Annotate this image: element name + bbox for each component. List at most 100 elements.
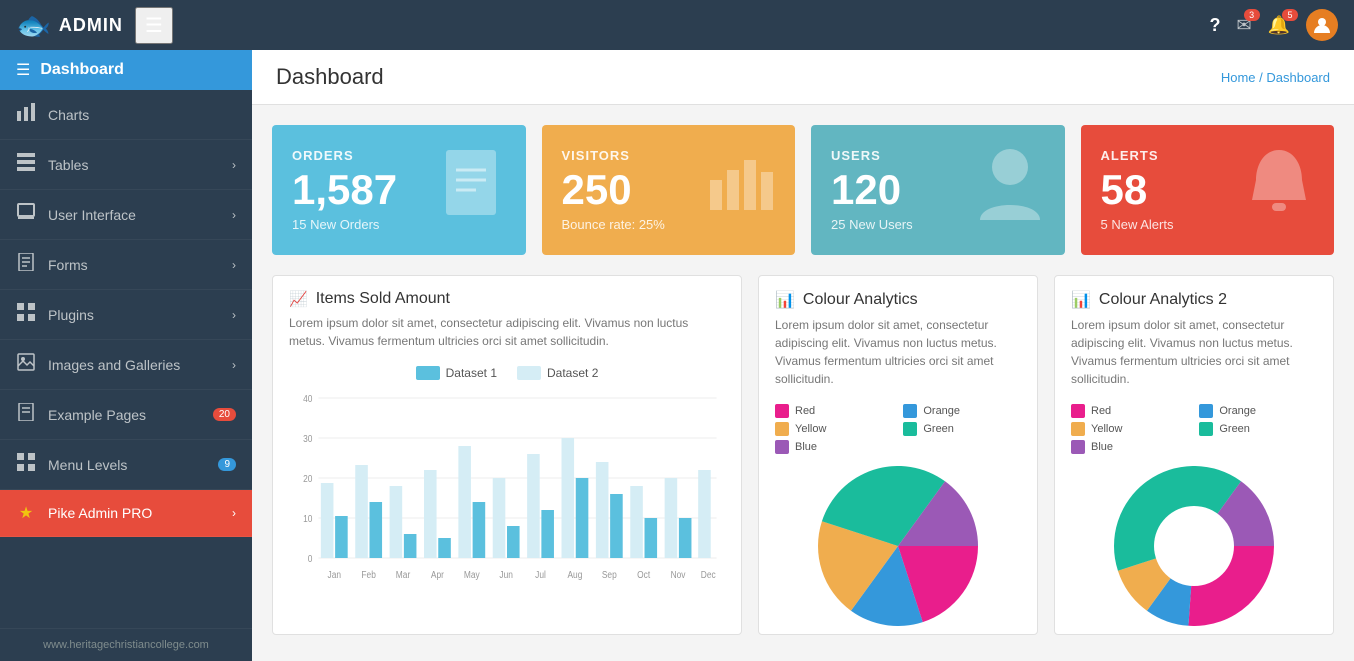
bell-icon[interactable]: 🔔 5 — [1268, 15, 1290, 36]
bar-chart: 40 30 20 10 0 — [289, 388, 725, 588]
dot-blue-2 — [1071, 440, 1085, 454]
legend-red-2: Red — [1071, 404, 1183, 418]
sidebar-item-example[interactable]: Example Pages 20 — [0, 390, 252, 440]
brand-name: ADMIN — [59, 15, 123, 36]
forms-label: Forms — [48, 257, 220, 273]
images-chevron: › — [232, 358, 236, 372]
pro-star-icon: ★ — [16, 503, 36, 523]
plugins-label: Plugins — [48, 307, 220, 323]
visitors-icon — [705, 150, 775, 230]
sidebar-item-charts[interactable]: Charts — [0, 90, 252, 140]
sidebar-item-forms[interactable]: Forms › — [0, 240, 252, 290]
items-sold-header: 📈 Items Sold Amount Lorem ipsum dolor si… — [273, 276, 741, 358]
pro-chevron: › — [232, 506, 236, 520]
bell-badge: 5 — [1282, 9, 1298, 21]
charts-label: Charts — [48, 107, 236, 123]
legend-blue-2: Blue — [1071, 440, 1183, 454]
alerts-icon — [1244, 145, 1314, 235]
sidebar-header: ☰ Dashboard — [0, 50, 252, 90]
colour-analytics2-desc: Lorem ipsum dolor sit amet, consectetur … — [1071, 316, 1317, 388]
dot-red-2 — [1071, 404, 1085, 418]
svg-text:Dec: Dec — [701, 569, 716, 580]
footer-text: www.heritagechristiancollege.com — [43, 639, 209, 651]
dot-blue-1 — [775, 440, 789, 454]
main-container: ☰ Dashboard Charts Tables › Us — [0, 50, 1354, 661]
help-icon[interactable]: ? — [1209, 15, 1220, 36]
colour-analytics-icon: 📊 — [775, 290, 795, 310]
legend-green-2: Green — [1199, 422, 1317, 436]
visitors-sub: Bounce rate: 25% — [562, 217, 665, 232]
sidebar-item-tables[interactable]: Tables › — [0, 140, 252, 190]
sidebar-hamburger[interactable]: ☰ — [16, 60, 30, 80]
visitors-value: 250 — [562, 167, 665, 213]
pie-area-2: Red Orange Yellow Green — [1055, 396, 1333, 634]
mail-icon[interactable]: ✉ 3 — [1236, 15, 1251, 36]
legend-yellow-1: Yellow — [775, 422, 887, 436]
legend-red-1: Red — [775, 404, 887, 418]
sidebar-item-images[interactable]: Images and Galleries › — [0, 340, 252, 390]
legend-color-1 — [416, 366, 440, 380]
content-area: Dashboard Home / Dashboard ORDERS 1,587 … — [252, 50, 1354, 661]
svg-text:Sep: Sep — [602, 569, 617, 580]
colour-analytics-header: 📊 Colour Analytics Lorem ipsum dolor sit… — [759, 276, 1037, 396]
example-badge: 20 — [213, 408, 236, 421]
alerts-label: ALERTS — [1101, 148, 1174, 163]
stat-card-orders: ORDERS 1,587 15 New Orders — [272, 125, 526, 255]
stats-row: ORDERS 1,587 15 New Orders VISITORS — [252, 105, 1354, 265]
colour-analytics2-title: 📊 Colour Analytics 2 — [1071, 290, 1317, 310]
sidebar: ☰ Dashboard Charts Tables › Us — [0, 50, 252, 661]
items-sold-title: 📈 Items Sold Amount — [289, 290, 725, 308]
alerts-value: 58 — [1101, 167, 1174, 213]
stat-left-alerts: ALERTS 58 5 New Alerts — [1101, 148, 1174, 232]
colour-analytics-widget: 📊 Colour Analytics Lorem ipsum dolor sit… — [758, 275, 1038, 635]
charts-icon — [16, 103, 36, 126]
menu-label: Menu Levels — [48, 457, 206, 473]
page-title: Dashboard — [276, 64, 384, 90]
legend-orange-1: Orange — [903, 404, 1021, 418]
colour-analytics-desc: Lorem ipsum dolor sit amet, consectetur … — [775, 316, 1021, 388]
plugins-icon — [16, 303, 36, 326]
plugins-chevron: › — [232, 308, 236, 322]
sidebar-item-pro[interactable]: ★ Pike Admin PRO › — [0, 490, 252, 537]
ui-icon — [16, 203, 36, 226]
svg-text:May: May — [464, 569, 480, 580]
dot-orange-1 — [903, 404, 917, 418]
alerts-sub: 5 New Alerts — [1101, 217, 1174, 232]
user-avatar[interactable] — [1306, 9, 1338, 41]
svg-text:Jun: Jun — [499, 569, 513, 580]
svg-text:Mar: Mar — [396, 569, 410, 580]
sidebar-title: Dashboard — [40, 61, 124, 79]
breadcrumb: Home / Dashboard — [1221, 70, 1330, 85]
pie-area-1: Red Orange Yellow Green — [759, 396, 1037, 634]
chart-legend: Dataset 1 Dataset 2 — [289, 366, 725, 380]
legend-orange-2: Orange — [1199, 404, 1317, 418]
colour-analytics2-icon: 📊 — [1071, 290, 1091, 310]
navbar-right: ? ✉ 3 🔔 5 — [1209, 9, 1338, 41]
dot-yellow-2 — [1071, 422, 1085, 436]
sidebar-nav: Charts Tables › User Interface › — [0, 90, 252, 628]
mail-badge: 3 — [1244, 9, 1260, 21]
items-sold-icon: 📈 — [289, 290, 308, 308]
legend-yellow-2: Yellow — [1071, 422, 1183, 436]
hamburger-button[interactable]: ☰ — [135, 7, 173, 44]
example-icon — [16, 403, 36, 426]
navbar-left: 🐟 ADMIN ☰ — [16, 7, 173, 44]
example-label: Example Pages — [48, 407, 201, 423]
tables-chevron: › — [232, 158, 236, 172]
breadcrumb-home[interactable]: Home — [1221, 70, 1256, 85]
sidebar-item-plugins[interactable]: Plugins › — [0, 290, 252, 340]
users-label: USERS — [831, 148, 913, 163]
svg-text:30: 30 — [303, 433, 312, 444]
stat-card-users: USERS 120 25 New Users — [811, 125, 1065, 255]
forms-icon — [16, 253, 36, 276]
dot-yellow-1 — [775, 422, 789, 436]
stat-left-visitors: VISITORS 250 Bounce rate: 25% — [562, 148, 665, 232]
sidebar-item-menu[interactable]: Menu Levels 9 — [0, 440, 252, 490]
forms-chevron: › — [232, 258, 236, 272]
items-sold-widget: 📈 Items Sold Amount Lorem ipsum dolor si… — [272, 275, 742, 635]
legend-green-1: Green — [903, 422, 1021, 436]
colour-analytics-title: 📊 Colour Analytics — [775, 290, 1021, 310]
sidebar-item-ui[interactable]: User Interface › — [0, 190, 252, 240]
dot-green-2 — [1199, 422, 1213, 436]
ui-label: User Interface — [48, 207, 220, 223]
